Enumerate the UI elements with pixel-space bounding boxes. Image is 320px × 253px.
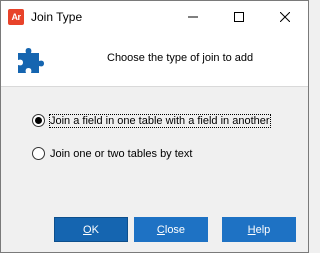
window-title: Join Type — [31, 10, 83, 24]
ok-mnemonic: O — [83, 224, 92, 236]
option-label: Join a field in one table with a field i… — [49, 113, 271, 128]
minimize-icon — [188, 16, 198, 17]
maximize-button[interactable] — [216, 1, 262, 32]
close-label-rest: lose — [164, 224, 186, 236]
ok-label-rest: K — [91, 224, 99, 236]
close-button[interactable]: Close — [134, 217, 208, 242]
help-button[interactable]: Help — [222, 217, 296, 242]
help-label-rest: elp — [255, 224, 271, 236]
option-label: Join one or two tables by text — [50, 147, 193, 160]
dialog-header: Choose the type of join to add — [1, 32, 308, 87]
close-mnemonic: C — [156, 224, 165, 236]
app-logo-icon: Ar — [8, 9, 24, 25]
puzzle-piece-icon — [18, 48, 44, 73]
option-text-join[interactable]: Join one or two tables by text — [32, 147, 192, 160]
close-icon — [280, 11, 290, 22]
join-type-dialog: Ar Join Type Choose the type of join to … — [0, 0, 309, 253]
help-mnemonic: H — [247, 224, 256, 236]
ok-button[interactable]: OK — [54, 217, 128, 242]
maximize-icon — [234, 11, 244, 22]
minimize-button[interactable] — [170, 1, 216, 32]
title-bar: Ar Join Type — [1, 1, 308, 32]
option-field-join[interactable]: Join a field in one table with a field i… — [32, 113, 271, 128]
radio-button-unchecked[interactable] — [32, 147, 45, 160]
header-instruction: Choose the type of join to add — [107, 52, 254, 64]
radio-button-checked[interactable] — [32, 114, 45, 127]
close-window-button[interactable] — [262, 1, 308, 32]
